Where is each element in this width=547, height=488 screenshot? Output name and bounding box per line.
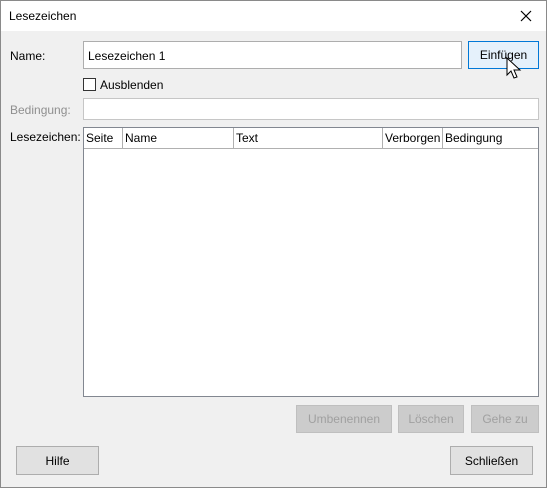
close-window-button[interactable] — [506, 1, 546, 31]
column-header-name[interactable]: Name — [123, 128, 234, 148]
bookmarks-table[interactable]: Seite Name Text Verborgen Bedingung — [83, 127, 539, 397]
name-input-value: Lesezeichen 1 — [88, 49, 166, 63]
condition-input[interactable] — [83, 98, 539, 120]
table-header: Seite Name Text Verborgen Bedingung — [84, 128, 538, 149]
column-header-bedingung[interactable]: Bedingung — [443, 128, 538, 148]
window-title: Lesezeichen — [9, 9, 77, 23]
mouse-pointer-icon — [506, 57, 522, 79]
hide-checkbox-label: Ausblenden — [100, 78, 164, 92]
close-icon — [520, 10, 532, 22]
bookmark-dialog: Lesezeichen Name: Lesezeichen 1 Einfügen… — [0, 0, 547, 488]
column-header-verborgen[interactable]: Verborgen — [383, 128, 443, 148]
goto-button[interactable]: Gehe zu — [471, 405, 539, 433]
help-button[interactable]: Hilfe — [16, 446, 99, 475]
title-bar: Lesezeichen — [1, 1, 546, 31]
column-header-text[interactable]: Text — [234, 128, 383, 148]
rename-button[interactable]: Umbenennen — [296, 405, 392, 433]
name-label: Name: — [10, 49, 46, 63]
delete-button[interactable]: Löschen — [398, 405, 464, 433]
close-button[interactable]: Schließen — [450, 446, 533, 475]
hide-checkbox[interactable] — [83, 78, 96, 91]
condition-label: Bedingung: — [10, 103, 71, 117]
insert-button[interactable]: Einfügen — [468, 41, 539, 69]
name-input[interactable]: Lesezeichen 1 — [83, 41, 462, 69]
bookmarks-label: Lesezeichen: — [10, 130, 81, 144]
column-header-seite[interactable]: Seite — [84, 128, 123, 148]
